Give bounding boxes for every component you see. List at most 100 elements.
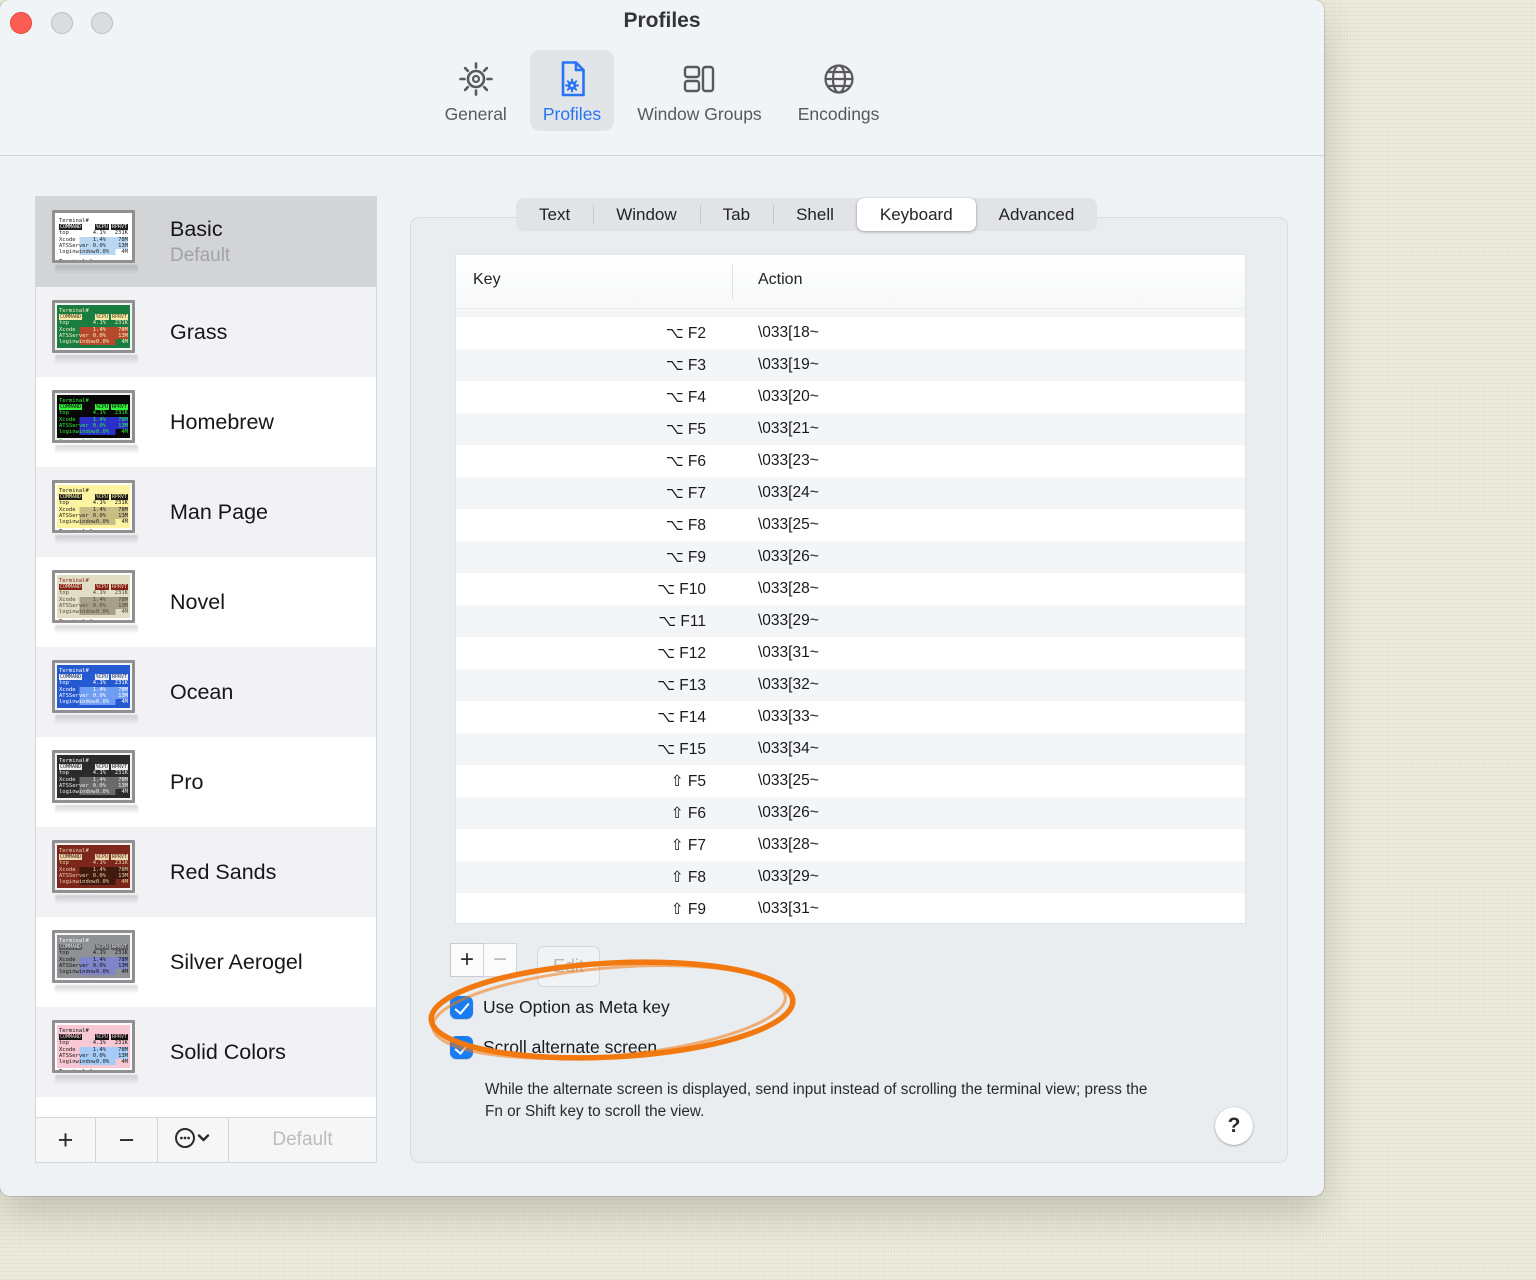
profile-name: Red Sands (170, 859, 277, 884)
key-binding-row[interactable]: ⌥ F5 \033[21~ (456, 413, 1245, 445)
key-cell: ⇧ F6 (670, 804, 706, 822)
profile-name: Solid Colors (170, 1039, 286, 1064)
document-gear-icon (550, 57, 594, 101)
profile-list-item[interactable]: Terminal# COMMAND %CPU RPRVT top 4.1% 231K Xcod… (36, 827, 376, 917)
profile-name: Pro (170, 769, 204, 794)
key-binding-row[interactable]: ⌥ F4 \033[20~ (456, 381, 1245, 413)
settings-tab-bar: Text Window Tab Shell Keyboard Advanced (516, 198, 1098, 231)
checkbox-label: Scroll alternate screen (483, 1037, 658, 1057)
profile-thumbnail: Terminal# COMMAND %CPU RPRVT top 4.1% 231K Xcod… (52, 300, 144, 364)
action-cell: \033[25~ (758, 772, 819, 789)
key-cell: ⌥ F13 (657, 676, 706, 694)
tab-shell[interactable]: Shell (773, 198, 857, 231)
key-binding-row[interactable]: ⇧ F9 \033[31~ (456, 893, 1245, 923)
profile-name: Grass (170, 319, 228, 344)
toolbar-label: Profiles (542, 104, 602, 124)
toolbar-item-profiles[interactable]: Profiles (529, 50, 615, 131)
key-binding-row[interactable]: ⇧ F7 \033[28~ (456, 829, 1245, 861)
key-cell: ⌥ F4 (665, 388, 706, 406)
key-cell: ⇧ F5 (670, 772, 706, 790)
profile-list-item[interactable]: Terminal# COMMAND %CPU RPRVT top 4.1% 231K Xcod… (36, 557, 376, 647)
add-key-binding-button[interactable]: + (450, 943, 484, 977)
key-cell: ⌥ F14 (657, 708, 706, 726)
key-binding-row[interactable]: ⌥ F8 \033[25~ (456, 509, 1245, 541)
profile-list-item[interactable]: Terminal# COMMAND %CPU RPRVT top 4.1% 231K Xcod… (36, 197, 376, 287)
globe-icon (817, 57, 861, 101)
profile-list-item[interactable]: Terminal# COMMAND %CPU RPRVT top 4.1% 231K Xcod… (36, 467, 376, 557)
key-binding-row[interactable]: ⌥ F11 \033[29~ (456, 605, 1245, 637)
key-cell: ⌥ F12 (657, 644, 706, 662)
key-table-body: ⌥ F2 \033[18~ ⌥ F3 \033[19~ ⌥ F4 \033[20~ ⌥ F5… (456, 317, 1245, 923)
action-cell: \033[34~ (758, 740, 819, 757)
key-binding-row[interactable]: ⌥ F3 \033[19~ (456, 349, 1245, 381)
tab-keyboard[interactable]: Keyboard (856, 198, 976, 231)
key-cell: ⌥ F7 (665, 484, 706, 502)
key-binding-row[interactable]: ⌥ F12 \033[31~ (456, 637, 1245, 669)
key-binding-row[interactable]: ⌥ F10 \033[28~ (456, 573, 1245, 605)
profile-list-item[interactable]: Terminal# COMMAND %CPU RPRVT top 4.1% 231K Xcod… (36, 1007, 376, 1097)
checkbox-checked-icon[interactable] (450, 1036, 473, 1059)
checkbox-checked-icon[interactable] (450, 996, 473, 1019)
key-binding-row[interactable]: ⌥ F9 \033[26~ (456, 541, 1245, 573)
set-default-button[interactable]: Default (229, 1118, 376, 1162)
tab-window[interactable]: Window (593, 198, 699, 231)
key-binding-row[interactable]: ⇧ F6 \033[26~ (456, 797, 1245, 829)
key-binding-row[interactable]: ⇧ F5 \033[25~ (456, 765, 1245, 797)
remove-key-binding-button[interactable]: − (483, 943, 517, 977)
key-binding-row[interactable]: ⌥ F14 \033[33~ (456, 701, 1245, 733)
option-use-option-as-meta[interactable]: Use Option as Meta key (450, 996, 670, 1019)
key-binding-row[interactable]: ⌥ F2 \033[18~ (456, 317, 1245, 349)
key-bindings-table: Key Action ⌥ F2 \033[18~ ⌥ F3 \033[19~ ⌥ F4 \… (455, 254, 1246, 924)
tab-tab[interactable]: Tab (699, 198, 773, 231)
action-cell: \033[31~ (758, 900, 819, 917)
partial-row (456, 309, 1245, 317)
option-scroll-alternate-screen[interactable]: Scroll alternate screen (450, 1036, 657, 1059)
profile-list-item[interactable]: Terminal# COMMAND %CPU RPRVT top 4.1% 231K Xcod… (36, 917, 376, 1007)
ellipsis-circle-chevron-icon (173, 1126, 213, 1155)
toolbar-item-general[interactable]: General (432, 50, 520, 131)
key-binding-row[interactable]: ⌥ F6 \033[23~ (456, 445, 1245, 477)
key-cell: ⌥ F5 (665, 420, 706, 438)
action-cell: \033[33~ (758, 708, 819, 725)
gear-icon (454, 57, 498, 101)
key-binding-row[interactable]: ⇧ F8 \033[29~ (456, 861, 1245, 893)
table-header: Key Action (456, 255, 1245, 309)
profile-list-item[interactable]: Terminal# COMMAND %CPU RPRVT top 4.1% 231K Xcod… (36, 647, 376, 737)
action-cell: \033[26~ (758, 804, 819, 821)
action-cell: \033[19~ (758, 356, 819, 373)
profile-thumbnail: Terminal# COMMAND %CPU RPRVT top 4.1% 231K Xcod… (52, 210, 144, 274)
action-cell: \033[26~ (758, 548, 819, 565)
profile-subtitle: Default (170, 245, 231, 266)
profile-list-item[interactable]: Terminal# COMMAND %CPU RPRVT top 4.1% 231K Xcod… (36, 287, 376, 377)
checkbox-label: Use Option as Meta key (483, 997, 670, 1017)
help-button[interactable]: ? (1215, 1107, 1253, 1145)
key-cell: ⌥ F6 (665, 452, 706, 470)
profile-list-item[interactable]: Terminal# COMMAND %CPU RPRVT top 4.1% 231K Xcod… (36, 377, 376, 467)
profile-list-item[interactable]: Terminal# COMMAND %CPU RPRVT top 4.1% 231K Xcod… (36, 737, 376, 827)
action-column-header: Action (758, 271, 803, 288)
key-cell: ⌥ F8 (665, 516, 706, 534)
action-cell: \033[32~ (758, 676, 819, 693)
profile-thumbnail: Terminal# COMMAND %CPU RPRVT top 4.1% 231K Xcod… (52, 480, 144, 544)
toolbar-item-window-groups[interactable]: Window Groups (624, 50, 775, 131)
edit-key-binding-button[interactable]: Edit (537, 946, 600, 987)
profile-thumbnail: Terminal# COMMAND %CPU RPRVT top 4.1% 231K Xcod… (52, 1020, 144, 1084)
toolbar-item-encodings[interactable]: Encodings (785, 50, 893, 131)
window-groups-icon (677, 57, 721, 101)
key-cell: ⌥ F15 (657, 740, 706, 758)
action-cell: \033[24~ (758, 484, 819, 501)
key-binding-row[interactable]: ⌥ F13 \033[32~ (456, 669, 1245, 701)
profile-name: Basic (170, 217, 223, 241)
action-cell: \033[29~ (758, 612, 819, 629)
add-profile-button[interactable]: + (36, 1118, 96, 1162)
key-cell: ⇧ F9 (670, 900, 706, 918)
remove-profile-button[interactable]: − (96, 1118, 158, 1162)
tab-advanced[interactable]: Advanced (976, 198, 1098, 231)
key-binding-row[interactable]: ⌥ F15 \033[34~ (456, 733, 1245, 765)
titlebar: Profiles General Profiles Window Groups … (0, 0, 1324, 156)
profile-name: Homebrew (170, 409, 274, 434)
key-binding-row[interactable]: ⌥ F7 \033[24~ (456, 477, 1245, 509)
profile-list: Terminal# COMMAND %CPU RPRVT top 4.1% 231K Xcod… (36, 197, 376, 1097)
profile-actions-menu-button[interactable] (158, 1118, 229, 1162)
tab-text[interactable]: Text (516, 198, 593, 231)
